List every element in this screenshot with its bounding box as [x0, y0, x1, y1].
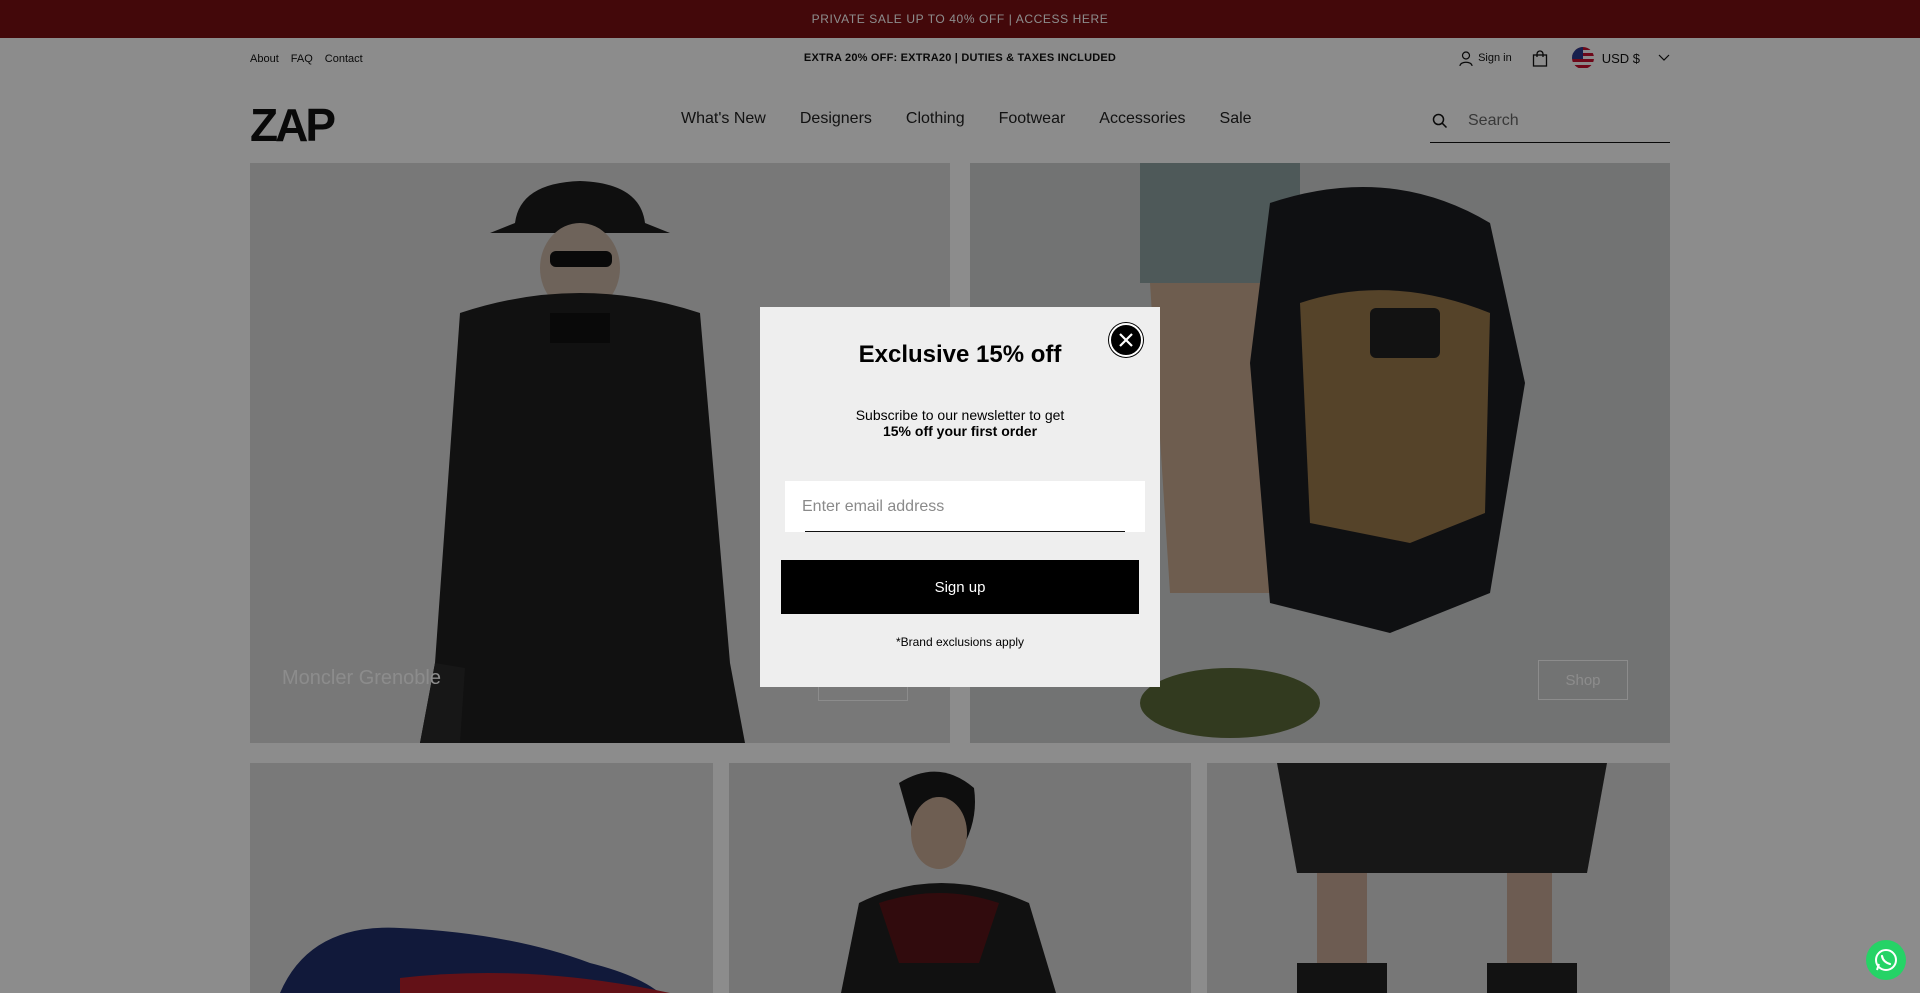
modal-subtitle-line2: 15% off your first order	[760, 423, 1160, 439]
disclaimer-text: *Brand exclusions apply	[895, 635, 1025, 649]
whatsapp-icon	[1875, 949, 1897, 971]
modal-title: Exclusive 15% off	[858, 341, 1062, 368]
email-field[interactable]	[785, 481, 1145, 532]
newsletter-modal: Exclusive 15% off Subscribe to our newsl…	[760, 307, 1160, 687]
email-underline	[805, 531, 1125, 532]
close-button[interactable]	[1109, 323, 1143, 357]
modal-offer: 15% off your first order	[882, 423, 1038, 439]
modal-subtitle-line1: Subscribe to our newsletter to get	[855, 407, 1065, 423]
modal-subtitle: Subscribe to our newsletter to get 15% o…	[760, 407, 1160, 439]
close-icon	[1119, 333, 1133, 347]
email-field-wrapper	[785, 481, 1145, 532]
whatsapp-button[interactable]	[1866, 940, 1906, 980]
signup-button[interactable]: Sign up	[781, 560, 1139, 614]
